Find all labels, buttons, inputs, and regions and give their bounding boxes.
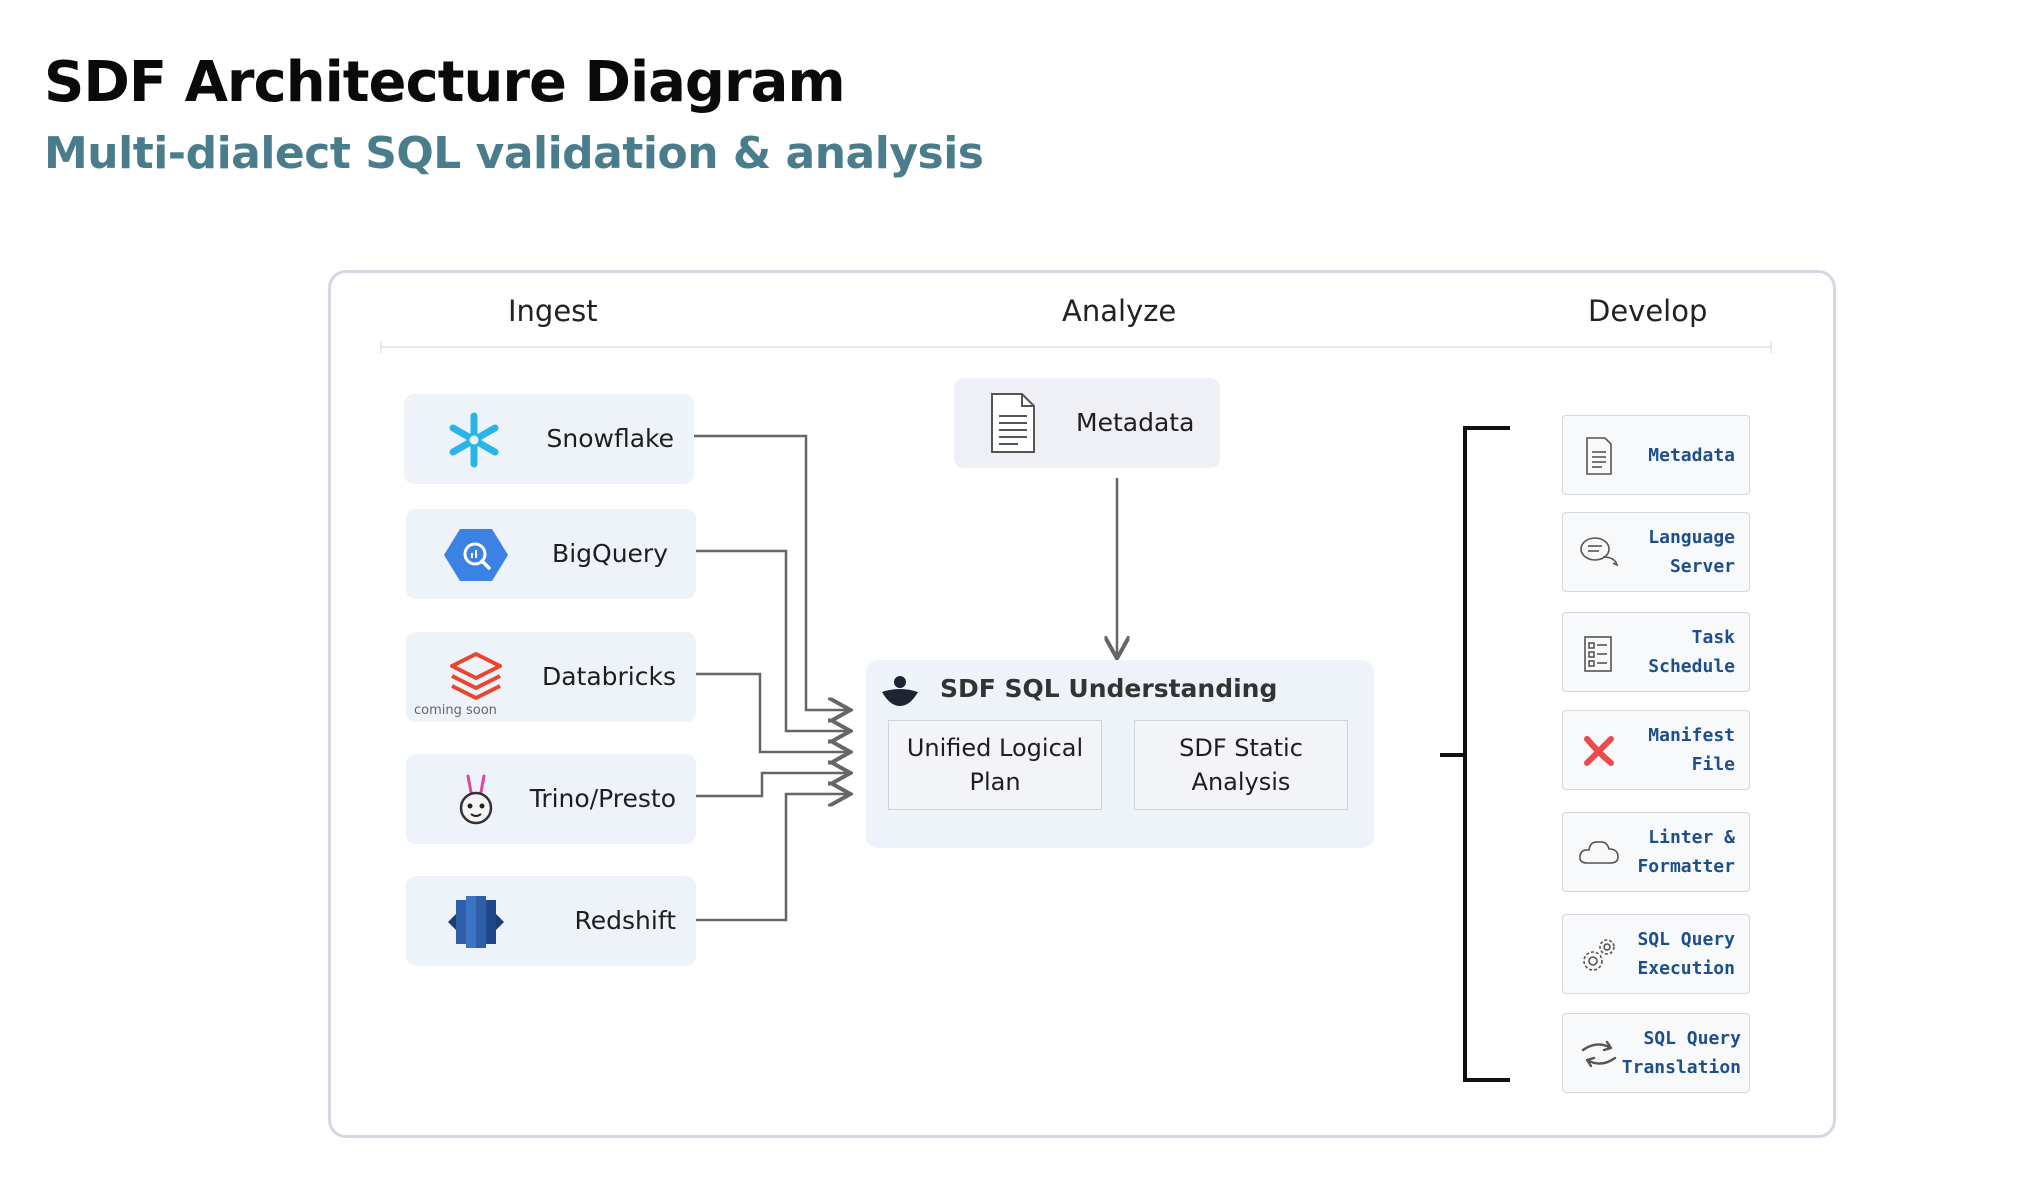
checklist-icon: [1584, 636, 1612, 672]
source-trino: Trino/Presto: [406, 754, 696, 844]
develop-sql-query-execution: SQL Query Execution: [1562, 914, 1750, 994]
connector-lines: [694, 426, 1510, 1082]
source-bigquery: BigQuery: [406, 509, 696, 599]
bigquery-icon: [444, 529, 508, 581]
manifest-icon: [1584, 736, 1614, 766]
develop-label: Linter & Formatter: [1637, 827, 1735, 877]
trino-icon: [459, 774, 493, 825]
source-label: Trino/Presto: [529, 784, 676, 813]
develop-bracket: [1463, 426, 1510, 1082]
sdf-static-analysis-box: SDF Static Analysis: [1134, 720, 1348, 810]
develop-label: Metadata: [1648, 444, 1735, 466]
connector-snowflake: [694, 434, 848, 710]
source-label: BigQuery: [552, 539, 668, 568]
redshift-icon: [448, 896, 504, 948]
develop-label: SQL Query Translation: [1621, 1028, 1741, 1078]
unified-logical-plan-box: Unified Logical Plan: [888, 720, 1102, 810]
source-label: Snowflake: [546, 424, 675, 453]
databricks-icon: [450, 652, 502, 700]
analyze-metadata-label: Metadata: [1076, 408, 1195, 437]
coming-soon-badge: coming soon: [414, 703, 497, 718]
connector-redshift: [696, 794, 848, 922]
develop-metadata: Metadata: [1562, 415, 1750, 495]
snowflake-icon: [449, 412, 499, 468]
document-icon: [1586, 437, 1612, 475]
develop-label: Task Schedule: [1648, 627, 1735, 677]
source-snowflake: Snowflake: [404, 394, 694, 484]
develop-task-schedule: Task Schedule: [1562, 612, 1750, 692]
develop-language-server: Language Server: [1562, 512, 1750, 592]
analyze-metadata-box: Metadata: [954, 378, 1220, 468]
develop-label: SQL Query Execution: [1637, 929, 1735, 979]
develop-label: Manifest File: [1648, 725, 1735, 775]
sdf-logo-icon: [882, 676, 918, 706]
connector-bigquery: [696, 549, 848, 731]
develop-label: Language Server: [1648, 527, 1735, 577]
sdf-sql-understanding-box: SDF SQL Understanding Unified Logical Pl…: [866, 660, 1374, 848]
source-label: Redshift: [574, 906, 676, 935]
source-label: Databricks: [541, 662, 676, 691]
sdf-title: SDF SQL Understanding: [940, 674, 1278, 703]
connector-trino: [696, 773, 848, 798]
connector-databricks: [696, 672, 848, 752]
document-icon: [991, 393, 1035, 453]
develop-sql-query-translation: SQL Query Translation: [1562, 1013, 1750, 1093]
develop-manifest-file: Manifest File: [1562, 710, 1750, 790]
source-redshift: Redshift: [406, 876, 696, 966]
source-databricks: Databricks coming soon: [406, 632, 696, 722]
develop-linter-formatter: Linter & Formatter: [1562, 812, 1750, 892]
